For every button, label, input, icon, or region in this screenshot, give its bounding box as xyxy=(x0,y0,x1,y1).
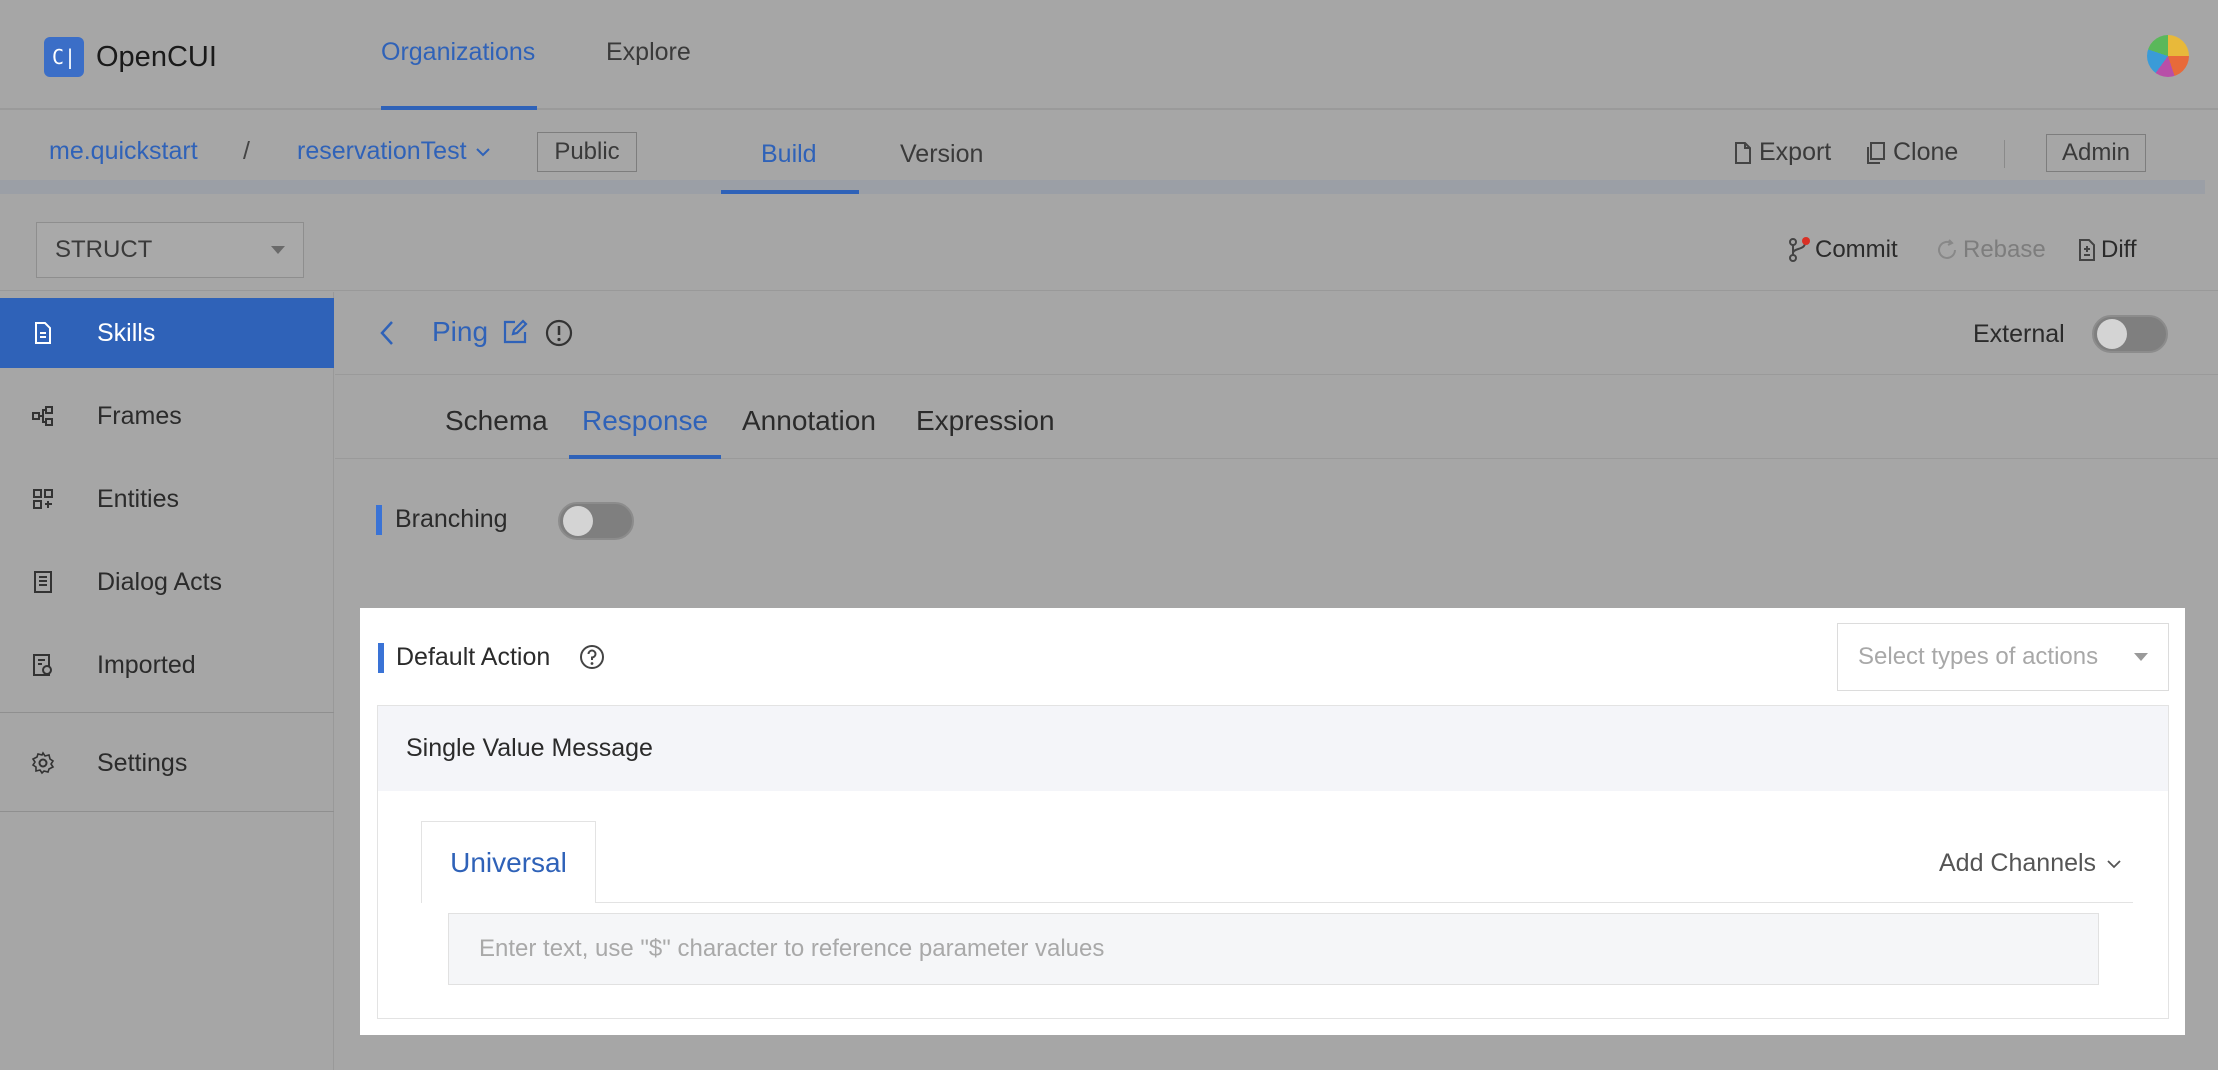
dialog-acts-icon xyxy=(30,569,56,595)
add-channels-label: Add Channels xyxy=(1939,849,2097,877)
commit-button[interactable]: Commit xyxy=(1787,236,1898,264)
diff-button[interactable]: Diff xyxy=(2077,236,2137,264)
git-branch-icon xyxy=(1789,237,1810,262)
sidebar-divider xyxy=(0,712,334,713)
skill-tabs: Schema Response Annotation Expression xyxy=(335,375,2218,459)
external-toggle[interactable] xyxy=(2092,315,2168,353)
export-button[interactable]: Export xyxy=(1733,138,1831,167)
clone-button[interactable]: Clone xyxy=(1865,138,1958,167)
section-marker xyxy=(378,643,384,673)
sidebar-divider xyxy=(0,811,334,812)
frames-icon xyxy=(30,403,56,429)
action-type-placeholder: Select types of actions xyxy=(1858,643,2099,670)
back-arrow-icon[interactable] xyxy=(377,318,397,356)
sidebar-item-label: Dialog Acts xyxy=(97,567,223,596)
gear-icon xyxy=(30,750,56,776)
logo[interactable]: C| OpenCUI xyxy=(44,37,217,77)
message-type-header: Single Value Message xyxy=(378,706,2168,791)
toggle-knob xyxy=(563,506,593,536)
action-type-select[interactable]: Select types of actions xyxy=(1837,623,2169,691)
chevron-down-icon xyxy=(2107,859,2121,868)
default-action-label: Default Action xyxy=(396,643,551,671)
help-icon[interactable] xyxy=(578,643,606,676)
file-icon xyxy=(30,320,56,346)
visibility-badge: Public xyxy=(537,132,637,172)
clone-label: Clone xyxy=(1893,138,1959,166)
sidebar: Skills Frames Entities Dialog Acts Impor… xyxy=(0,292,334,1070)
edit-icon[interactable] xyxy=(501,318,529,351)
diff-icon xyxy=(2079,239,2095,261)
rebase-button[interactable]: Rebase xyxy=(1935,236,2046,264)
branching-label: Branching xyxy=(395,505,508,533)
channel-tabs-line xyxy=(596,902,2133,903)
info-icon[interactable] xyxy=(544,318,574,353)
breadcrumb-separator: / xyxy=(243,137,250,165)
project-bar: me.quickstart / reservationTest Public B… xyxy=(0,110,2205,194)
tab-build[interactable]: Build xyxy=(761,140,817,169)
caret-down-icon xyxy=(2134,653,2148,661)
entities-icon xyxy=(30,486,56,512)
user-avatar[interactable] xyxy=(2147,35,2189,77)
nav-explore[interactable]: Explore xyxy=(606,38,691,67)
caret-down-icon xyxy=(271,246,285,254)
diff-label: Diff xyxy=(2101,236,2137,263)
tab-active-indicator xyxy=(569,455,721,459)
document-icon xyxy=(1735,141,1751,164)
sidebar-item-skills[interactable]: Skills xyxy=(0,298,334,368)
chevron-down-icon xyxy=(475,147,490,156)
toggle-knob xyxy=(2097,319,2127,349)
admin-button[interactable]: Admin xyxy=(2046,134,2146,172)
imported-icon xyxy=(30,652,56,678)
tab-expression[interactable]: Expression xyxy=(916,405,1055,437)
toolbar: STRUCT Commit Rebase Diff xyxy=(0,208,2218,291)
mode-select[interactable]: STRUCT xyxy=(36,222,304,278)
sidebar-item-label: Skills xyxy=(97,318,156,347)
copy-icon xyxy=(1867,141,1885,164)
skill-name: Ping xyxy=(432,316,489,347)
nav-organizations[interactable]: Organizations xyxy=(381,38,535,67)
single-value-message: Single Value Message Universal Add Chann… xyxy=(377,705,2169,1019)
project-dropdown[interactable]: reservationTest xyxy=(297,137,491,166)
breadcrumb-org[interactable]: me.quickstart xyxy=(49,137,198,166)
divider xyxy=(2004,140,2005,168)
sidebar-item-settings[interactable]: Settings xyxy=(0,728,334,798)
sync-icon xyxy=(1938,239,1956,259)
add-channels-dropdown[interactable]: Add Channels xyxy=(1939,849,2122,878)
skill-header: Ping External xyxy=(335,292,2218,375)
sidebar-item-label: Settings xyxy=(97,748,188,777)
tab-universal[interactable]: Universal xyxy=(421,821,596,903)
project-name: reservationTest xyxy=(297,137,467,165)
rebase-label: Rebase xyxy=(1963,236,2046,263)
sidebar-item-dialog-acts[interactable]: Dialog Acts xyxy=(0,547,334,617)
tab-annotation[interactable]: Annotation xyxy=(742,405,876,437)
tab-active-indicator xyxy=(721,190,859,194)
mode-select-value: STRUCT xyxy=(55,236,153,263)
sidebar-item-frames[interactable]: Frames xyxy=(0,381,334,451)
app-name: OpenCUI xyxy=(96,40,217,73)
message-text-input[interactable]: Enter text, use "$" character to referen… xyxy=(448,913,2099,985)
default-action-panel: Default Action Select types of actions S… xyxy=(360,608,2185,1035)
external-label: External xyxy=(1973,320,2065,348)
sidebar-item-label: Imported xyxy=(97,650,196,679)
logo-mark: C| xyxy=(44,37,84,77)
sidebar-item-label: Entities xyxy=(97,484,179,513)
export-label: Export xyxy=(1759,138,1832,166)
sidebar-item-entities[interactable]: Entities xyxy=(0,464,334,534)
commit-label: Commit xyxy=(1815,236,1898,263)
top-header: C| OpenCUI Organizations Explore xyxy=(0,0,2218,110)
tab-response[interactable]: Response xyxy=(582,405,708,437)
tab-version[interactable]: Version xyxy=(900,140,983,169)
section-marker xyxy=(376,505,382,535)
tab-schema[interactable]: Schema xyxy=(445,405,548,437)
branching-toggle[interactable] xyxy=(558,502,634,540)
sidebar-item-imported[interactable]: Imported xyxy=(0,630,334,700)
sidebar-item-label: Frames xyxy=(97,401,182,430)
